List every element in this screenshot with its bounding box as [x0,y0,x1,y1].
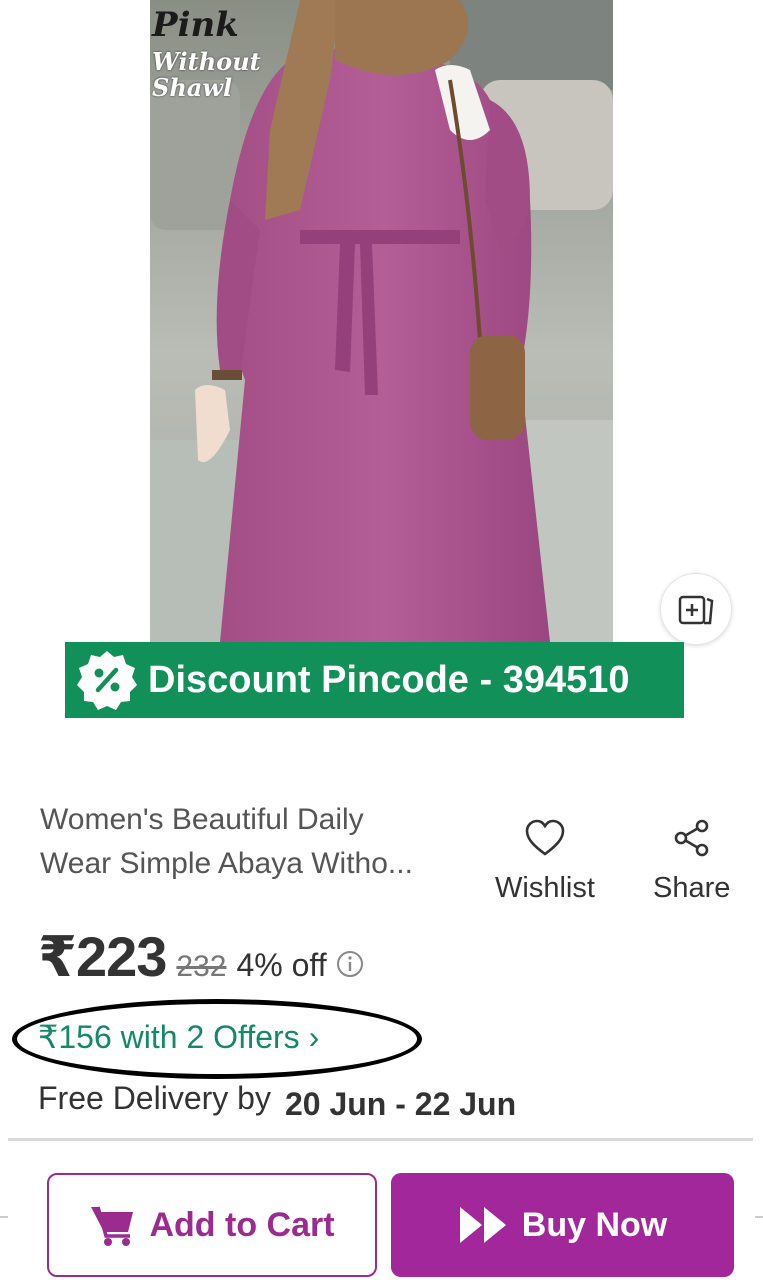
double-chevron-icon [459,1207,506,1243]
photo-caption: Pink Without Shawl [152,8,261,100]
product-title-line-1: Women's Beautiful Daily [40,803,364,836]
info-icon[interactable] [335,949,365,984]
product-image-card[interactable]: Pink Without Shawl Discount Pincode - 39… [0,0,763,754]
discount-percent: 4% off [236,947,327,983]
delivery-info: Free Delivery by 20 Jun - 22 Jun [38,1080,516,1122]
product-title-line-2: Wear Simple Abaya Witho... [40,847,413,880]
buy-now-label: Buy Now [521,1205,668,1244]
caption-color: Pink [152,5,239,45]
delivery-dates: 20 Jun - 22 Jun [284,1086,517,1122]
add-to-cart-button[interactable]: Add to Cart [47,1173,377,1277]
discount-percent-icon [72,645,142,715]
heart-icon [525,819,565,856]
product-title[interactable]: Women's Beautiful Daily Wear Simple Abay… [40,798,460,886]
view-similar-button[interactable] [660,573,732,645]
original-price: 232 [176,950,227,983]
discount-banner-text: Discount Pincode - 394510 [148,658,630,701]
edge-mark-right [755,1216,763,1218]
price-row: ₹223 232 4% off [38,924,365,990]
offers-link[interactable]: ₹156 with 2 Offers › [38,1018,319,1056]
selling-price: ₹223 [38,925,167,988]
caption-line-3: Shawl [152,73,233,102]
cart-icon [91,1206,134,1246]
add-image-icon [678,595,714,625]
wishlist-button[interactable]: Wishlist [495,818,595,905]
buy-now-button[interactable]: Buy Now [391,1173,734,1277]
share-icon [674,819,708,857]
wishlist-label: Wishlist [495,872,595,904]
delivery-label: Free Delivery by [38,1080,271,1116]
add-to-cart-label: Add to Cart [149,1205,335,1244]
divider [8,1138,753,1141]
share-label: Share [653,872,731,904]
discount-banner: Discount Pincode - 394510 [65,642,684,718]
share-button[interactable]: Share [653,818,730,905]
caption-line-2: Without [152,47,261,76]
edge-mark-left [0,1216,8,1218]
